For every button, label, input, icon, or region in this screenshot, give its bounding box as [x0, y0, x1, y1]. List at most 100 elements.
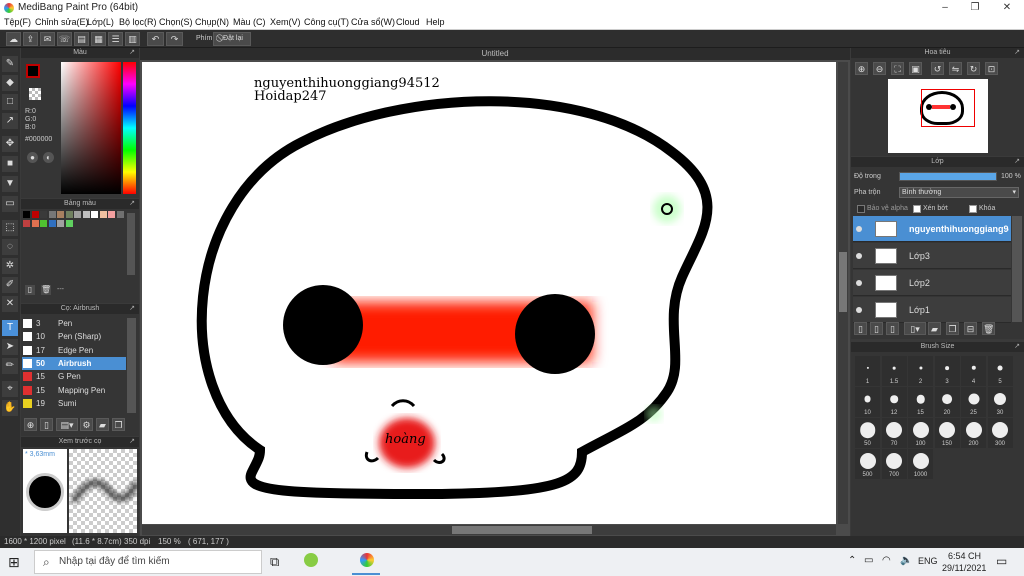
saturation-value-picker[interactable]: [61, 62, 121, 194]
reset-button[interactable]: ⃠ Đặt lại: [213, 32, 251, 46]
brush-add-menu-icon[interactable]: ▤▾: [56, 418, 78, 431]
layer-item[interactable]: nguyenthihuonggiang94512: [853, 216, 1011, 242]
brush-size-option[interactable]: 100: [908, 418, 933, 448]
foreground-color[interactable]: [26, 64, 40, 78]
magic-wand-tool-icon[interactable]: ✲: [2, 258, 18, 274]
select-tool-icon[interactable]: ⬚: [2, 220, 18, 236]
redo-icon[interactable]: ↷: [166, 32, 183, 46]
layer-item[interactable]: Lớp2: [853, 270, 1011, 296]
rotate-right-icon[interactable]: ↻: [967, 62, 980, 75]
close-button[interactable]: ✕: [996, 1, 1018, 15]
merge-layer-icon[interactable]: ⊟: [964, 322, 977, 335]
new-layer-8bit-icon[interactable]: ▯: [870, 322, 883, 335]
brush-size-option[interactable]: 15: [908, 387, 933, 417]
fit-icon[interactable]: ⛶: [891, 62, 904, 75]
brush-size-option[interactable]: 3: [934, 356, 960, 386]
new-layer-icon[interactable]: ▯: [854, 322, 867, 335]
visibility-eye-icon[interactable]: [856, 307, 862, 313]
canvas-vscroll[interactable]: [838, 62, 848, 524]
operation-tool-icon[interactable]: ➤: [2, 339, 18, 355]
canvas-hscroll[interactable]: [142, 525, 836, 535]
palette-swatch[interactable]: [108, 211, 115, 218]
palette-swatch[interactable]: [91, 211, 98, 218]
clock-time[interactable]: 6:54 CH: [948, 551, 981, 561]
layer-folder-icon[interactable]: ▰: [928, 322, 941, 335]
wifi-icon[interactable]: ◠: [882, 555, 891, 566]
lock-checkbox[interactable]: [969, 205, 977, 213]
palette-swatch[interactable]: [57, 220, 64, 227]
color-wheel-icon[interactable]: ●: [27, 152, 38, 163]
navigator-viewport[interactable]: [921, 89, 975, 127]
app-green-icon[interactable]: [304, 553, 318, 567]
rotate-left-icon[interactable]: ↺: [931, 62, 944, 75]
new-layer-1bit-icon[interactable]: ▯: [886, 322, 899, 335]
menu-layer[interactable]: Lớp(L): [87, 17, 114, 27]
menu-select[interactable]: Chọn(S): [159, 17, 193, 27]
actual-size-icon[interactable]: ▣: [909, 62, 922, 75]
brush-item[interactable]: 15 G Pen: [22, 370, 126, 383]
brush-item[interactable]: 3 Pen: [22, 317, 126, 330]
brush-size-option[interactable]: 25: [961, 387, 986, 417]
panel-icon[interactable]: ▥: [125, 32, 140, 46]
brush-size-option[interactable]: 12: [881, 387, 907, 417]
brush-list-scrollbar[interactable]: [127, 318, 136, 413]
brush-size-option[interactable]: 2: [908, 356, 933, 386]
delete-palette-icon[interactable]: 🗑: [41, 285, 51, 295]
task-view-icon[interactable]: ⧉: [270, 554, 279, 570]
page-icon[interactable]: ▤: [74, 32, 89, 46]
list-icon[interactable]: ☰: [108, 32, 123, 46]
hue-slider[interactable]: [123, 62, 136, 194]
notification-icon[interactable]: ▭: [996, 554, 1007, 568]
protect-alpha-checkbox[interactable]: [857, 205, 865, 213]
brush-item[interactable]: 17 Edge Pen: [22, 344, 126, 357]
layer-item[interactable]: Lớp3: [853, 243, 1011, 269]
palette-swatch[interactable]: [74, 211, 81, 218]
hand-tool-icon[interactable]: ✋: [2, 400, 18, 416]
layer-item[interactable]: Lớp1: [853, 297, 1011, 323]
eraser-tool-icon[interactable]: ◆: [2, 75, 18, 91]
upload-icon[interactable]: ⇪: [23, 32, 38, 46]
gradient-tool-icon[interactable]: ▭: [2, 196, 18, 212]
palette-scrollbar[interactable]: [127, 213, 135, 275]
menu-filter[interactable]: Bộ lọc(R): [119, 17, 157, 27]
select-eraser-tool-icon[interactable]: ✕: [2, 296, 18, 312]
cloud-icon[interactable]: ☁: [6, 32, 21, 46]
lock-view-icon[interactable]: ⊡: [985, 62, 998, 75]
brush-size-option[interactable]: 4: [961, 356, 986, 386]
minimize-button[interactable]: –: [934, 1, 956, 15]
color-picker-icon[interactable]: ◐: [43, 152, 54, 163]
menu-color[interactable]: Màu (C): [233, 17, 266, 27]
language-indicator[interactable]: ENG: [918, 556, 938, 566]
brush-size-option[interactable]: 200: [961, 418, 986, 448]
clock-date[interactable]: 29/11/2021: [942, 563, 986, 573]
palette-swatch[interactable]: [23, 211, 30, 218]
menu-help[interactable]: Help: [426, 17, 445, 27]
brush-settings-icon[interactable]: ⚙: [80, 418, 93, 431]
undo-icon[interactable]: ↶: [147, 32, 164, 46]
brush-size-option[interactable]: 1000: [908, 449, 933, 479]
palette-swatch[interactable]: [82, 211, 90, 218]
brush-size-option[interactable]: 50: [855, 418, 880, 448]
canvas-tab[interactable]: Untitled: [140, 48, 850, 60]
menu-tools[interactable]: Công cụ(T): [304, 17, 349, 27]
duplicate-layer-icon[interactable]: ❐: [946, 322, 959, 335]
opacity-slider[interactable]: [899, 172, 997, 181]
move-tool-icon[interactable]: ✥: [2, 136, 18, 152]
select-pen-tool-icon[interactable]: ✐: [2, 277, 18, 293]
menu-view[interactable]: Xem(V): [270, 17, 301, 27]
brush-size-option[interactable]: 5: [987, 356, 1013, 386]
zoom-in-icon[interactable]: ⊕: [855, 62, 868, 75]
brush-item[interactable]: 15 Mapping Pen: [22, 384, 126, 397]
delete-layer-icon[interactable]: 🗑: [982, 322, 995, 335]
menu-edit[interactable]: Chỉnh sửa(E): [35, 17, 89, 27]
comment-icon[interactable]: ✉: [40, 32, 55, 46]
taskbar-search[interactable]: ⌕ Nhập tại đây để tìm kiếm: [34, 550, 262, 574]
palette-swatch[interactable]: [57, 211, 64, 218]
brush-size-option[interactable]: 700: [881, 449, 907, 479]
duplicate-icon[interactable]: ❐: [112, 418, 125, 431]
medibang-taskbar-icon[interactable]: [360, 553, 374, 567]
palette-swatch[interactable]: [40, 211, 47, 218]
folder-icon[interactable]: ▰: [96, 418, 109, 431]
eyedropper-tool-icon[interactable]: ⌖: [2, 381, 18, 397]
visibility-eye-icon[interactable]: [856, 280, 862, 286]
